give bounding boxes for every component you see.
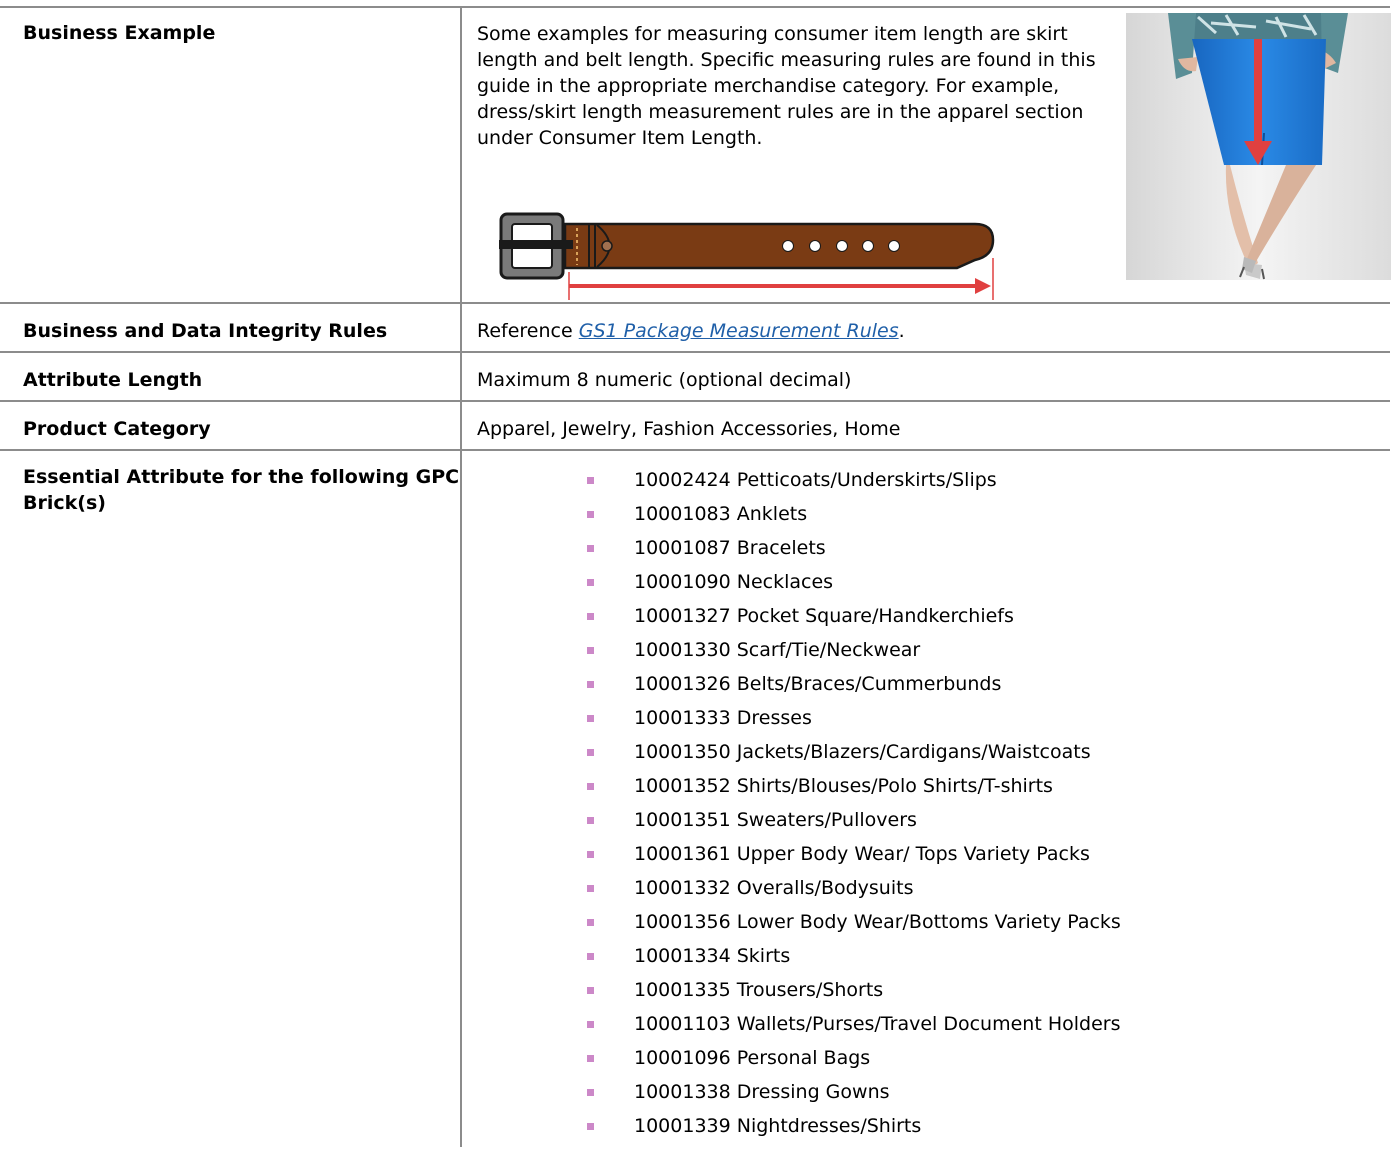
gpc-brick-item: 10001334 Skirts bbox=[477, 943, 1390, 977]
square-bullet-icon bbox=[587, 817, 594, 824]
gpc-brick-text: 10001096 Personal Bags bbox=[634, 1047, 871, 1069]
label-product-category: Product Category bbox=[0, 401, 462, 451]
square-bullet-icon bbox=[587, 511, 594, 518]
gpc-brick-item: 10001356 Lower Body Wear/Bottoms Variety… bbox=[477, 909, 1390, 943]
gpc-brick-list: 10002424 Petticoats/Underskirts/Slips 100… bbox=[477, 464, 1390, 1147]
gs1-measurement-rules-link[interactable]: GS1 Package Measurement Rules bbox=[579, 320, 899, 342]
belt-strap bbox=[563, 222, 995, 270]
square-bullet-icon bbox=[587, 1021, 594, 1028]
value-product-category: Apparel, Jewelry, Fashion Accessories, H… bbox=[461, 401, 1390, 451]
square-bullet-icon bbox=[587, 579, 594, 586]
gpc-brick-text: 10001330 Scarf/Tie/Neckwear bbox=[634, 639, 921, 661]
belt-hole bbox=[782, 240, 794, 252]
belt-illustration bbox=[499, 212, 995, 300]
value-attribute-length: Maximum 8 numeric (optional decimal) bbox=[461, 352, 1390, 402]
gpc-brick-item: 10001361 Upper Body Wear/ Tops Variety P… bbox=[477, 841, 1390, 875]
gpc-brick-text: 10001087 Bracelets bbox=[634, 537, 826, 559]
value-integrity-rules: Reference GS1 Package Measurement Rules. bbox=[461, 303, 1390, 353]
gpc-brick-item: 10001338 Dressing Gowns bbox=[477, 1079, 1390, 1113]
skirt-measure-shaft bbox=[1254, 39, 1262, 143]
gpc-brick-text: 10001352 Shirts/Blouses/Polo Shirts/T-sh… bbox=[634, 775, 1053, 797]
gpc-brick-text: 10001356 Lower Body Wear/Bottoms Variety… bbox=[634, 911, 1121, 933]
square-bullet-icon bbox=[587, 851, 594, 858]
gpc-brick-item: 10001326 Belts/Braces/Cummerbunds bbox=[477, 671, 1390, 705]
value-gpc-bricks: 10002424 Petticoats/Underskirts/Slips 100… bbox=[461, 450, 1390, 1147]
square-bullet-icon bbox=[587, 681, 594, 688]
gpc-brick-item: 10001351 Sweaters/Pullovers bbox=[477, 807, 1390, 841]
square-bullet-icon bbox=[587, 1123, 594, 1130]
gpc-brick-text: 10001103 Wallets/Purses/Travel Document … bbox=[634, 1013, 1121, 1035]
belt-hole bbox=[862, 240, 874, 252]
gpc-brick-item: 10001090 Necklaces bbox=[477, 569, 1390, 603]
gpc-brick-text: 10001327 Pocket Square/Handkerchiefs bbox=[634, 605, 1014, 627]
gpc-brick-item: 10001335 Trousers/Shorts bbox=[477, 977, 1390, 1011]
gpc-brick-text: 10001090 Necklaces bbox=[634, 571, 834, 593]
value-business-example: Some examples for measuring consumer ite… bbox=[461, 6, 1391, 304]
square-bullet-icon bbox=[587, 477, 594, 484]
row-attribute-length: Attribute Length Maximum 8 numeric (opti… bbox=[0, 352, 1390, 402]
label-attribute-length: Attribute Length bbox=[0, 352, 462, 402]
measure-arrowhead bbox=[975, 278, 991, 294]
gpc-brick-text: 10001339 Nightdresses/Shirts bbox=[634, 1115, 922, 1137]
square-bullet-icon bbox=[587, 953, 594, 960]
belt-rivet bbox=[601, 240, 613, 252]
square-bullet-icon bbox=[587, 715, 594, 722]
attribute-table: Business Example Some examples for measu… bbox=[0, 6, 1391, 1147]
gpc-brick-item: 10001352 Shirts/Blouses/Polo Shirts/T-sh… bbox=[477, 773, 1390, 807]
square-bullet-icon bbox=[587, 885, 594, 892]
gpc-brick-item: 10001103 Wallets/Purses/Travel Document … bbox=[477, 1011, 1390, 1045]
gpc-brick-item: 10001332 Overalls/Bodysuits bbox=[477, 875, 1390, 909]
square-bullet-icon bbox=[587, 783, 594, 790]
row-business-example: Business Example Some examples for measu… bbox=[0, 6, 1391, 304]
gpc-brick-text: 10001333 Dresses bbox=[634, 707, 812, 729]
gpc-brick-item: 10001339 Nightdresses/Shirts bbox=[477, 1113, 1390, 1147]
gpc-brick-item: 10001327 Pocket Square/Handkerchiefs bbox=[477, 603, 1390, 637]
business-example-text: Some examples for measuring consumer ite… bbox=[477, 23, 1096, 149]
skirt-photo bbox=[1126, 13, 1391, 280]
gpc-brick-text: 10001338 Dressing Gowns bbox=[634, 1081, 890, 1103]
gpc-brick-item: 10001096 Personal Bags bbox=[477, 1045, 1390, 1079]
reference-suffix: . bbox=[898, 320, 905, 342]
gpc-brick-item: 10001350 Jackets/Blazers/Cardigans/Waist… bbox=[477, 739, 1390, 773]
row-integrity-rules: Business and Data Integrity Rules Refere… bbox=[0, 303, 1390, 353]
gpc-brick-text: 10001083 Anklets bbox=[634, 503, 808, 525]
gpc-brick-text: 10001351 Sweaters/Pullovers bbox=[634, 809, 917, 831]
square-bullet-icon bbox=[587, 749, 594, 756]
gpc-brick-text: 10001361 Upper Body Wear/ Tops Variety P… bbox=[634, 843, 1090, 865]
gpc-brick-text: 10002424 Petticoats/Underskirts/Slips bbox=[634, 469, 997, 491]
gpc-brick-text: 10001335 Trousers/Shorts bbox=[634, 979, 884, 1001]
gpc-brick-item: 10001087 Bracelets bbox=[477, 535, 1390, 569]
gpc-brick-item: 10002424 Petticoats/Underskirts/Slips bbox=[477, 467, 1390, 501]
square-bullet-icon bbox=[587, 613, 594, 620]
square-bullet-icon bbox=[587, 545, 594, 552]
gpc-brick-item: 10001083 Anklets bbox=[477, 501, 1390, 535]
square-bullet-icon bbox=[587, 1089, 594, 1096]
row-gpc-bricks: Essential Attribute for the following GP… bbox=[0, 450, 1390, 1147]
belt-buckle-prong bbox=[499, 240, 573, 249]
gpc-brick-text: 10001326 Belts/Braces/Cummerbunds bbox=[634, 673, 1002, 695]
row-product-category: Product Category Apparel, Jewelry, Fashi… bbox=[0, 401, 1390, 451]
square-bullet-icon bbox=[587, 647, 594, 654]
belt-hole bbox=[836, 240, 848, 252]
label-gpc-bricks: Essential Attribute for the following GP… bbox=[0, 450, 462, 1147]
label-business-example: Business Example bbox=[0, 6, 462, 304]
label-integrity-rules: Business and Data Integrity Rules bbox=[0, 303, 462, 353]
square-bullet-icon bbox=[587, 919, 594, 926]
square-bullet-icon bbox=[587, 1055, 594, 1062]
gpc-brick-text: 10001334 Skirts bbox=[634, 945, 791, 967]
gpc-brick-item: 10001333 Dresses bbox=[477, 705, 1390, 739]
belt-hole bbox=[888, 240, 900, 252]
gpc-brick-item: 10001330 Scarf/Tie/Neckwear bbox=[477, 637, 1390, 671]
belt-hole bbox=[809, 240, 821, 252]
square-bullet-icon bbox=[587, 987, 594, 994]
reference-prefix: Reference bbox=[477, 320, 579, 342]
gpc-brick-text: 10001350 Jackets/Blazers/Cardigans/Waist… bbox=[634, 741, 1091, 763]
gpc-brick-text: 10001332 Overalls/Bodysuits bbox=[634, 877, 914, 899]
